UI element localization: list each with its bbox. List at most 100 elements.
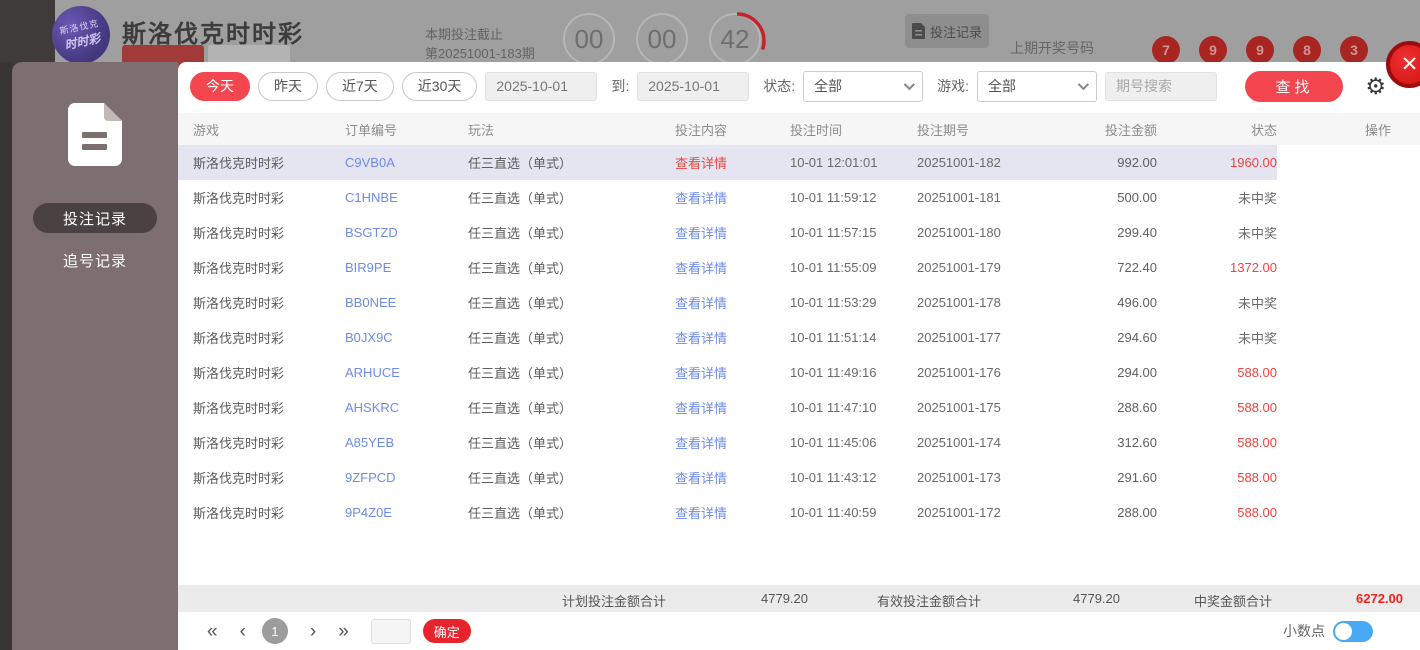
row-order-link[interactable]: ARHUCE: [345, 365, 468, 380]
table-row[interactable]: 斯洛伐克时时彩 C1HNBE 任三直选（单式） 查看详情 10-01 11:59:12 2…: [178, 180, 1420, 215]
draw-ball: 9: [1246, 36, 1274, 64]
last-page-button[interactable]: »: [338, 622, 349, 641]
range-today-button[interactable]: 今天: [190, 71, 250, 101]
row-game: 斯洛伐克时时彩: [193, 226, 285, 241]
table-row[interactable]: 斯洛伐克时时彩 9ZFPCD 任三直选（单式） 查看详情 10-01 11:43:12 2…: [178, 460, 1420, 495]
period-search-input[interactable]: [1105, 71, 1218, 101]
decimal-toggle-label: 小数点: [1283, 623, 1325, 639]
row-status: 588.00: [1237, 435, 1277, 450]
search-button[interactable]: 查找: [1245, 70, 1344, 102]
prev-page-button[interactable]: ‹: [240, 622, 246, 641]
sidebar-item-chase-records[interactable]: 追号记录: [33, 245, 157, 275]
row-detail-link[interactable]: 查看详情: [675, 223, 790, 242]
modal-sidebar: 投注记录 追号记录: [12, 62, 178, 650]
row-status: 588.00: [1237, 470, 1277, 485]
row-operation: [1277, 425, 1420, 460]
row-amount: 294.00: [1117, 365, 1157, 380]
row-game: 斯洛伐克时时彩: [193, 436, 285, 451]
table-row[interactable]: 斯洛伐克时时彩 C9VB0A 任三直选（单式） 查看详情 10-01 12:01:01 2…: [178, 145, 1420, 180]
row-status: 588.00: [1237, 365, 1277, 380]
table-row[interactable]: 斯洛伐克时时彩 ARHUCE 任三直选（单式） 查看详情 10-01 11:49:16 2…: [178, 355, 1420, 390]
row-status: 588.00: [1237, 505, 1277, 520]
row-play: 任三直选（单式）: [468, 296, 573, 311]
row-amount: 299.40: [1117, 225, 1157, 240]
row-order-link[interactable]: BIR9PE: [345, 260, 468, 275]
draw-ball: 3: [1340, 36, 1368, 64]
row-detail-link[interactable]: 查看详情: [675, 258, 790, 277]
deadline-label: 本期投注截止: [425, 27, 504, 42]
row-status: 未中奖: [1237, 296, 1277, 311]
row-time: 10-01 11:49:16: [790, 365, 877, 380]
row-order-link[interactable]: A85YEB: [345, 435, 468, 450]
table-row[interactable]: 斯洛伐克时时彩 BB0NEE 任三直选（单式） 查看详情 10-01 11:53:29 2…: [178, 285, 1420, 320]
row-order-link[interactable]: BB0NEE: [345, 295, 468, 310]
row-period: 20251001-175: [917, 400, 1001, 415]
row-status: 588.00: [1237, 400, 1277, 415]
col-period: 投注期号: [917, 122, 970, 138]
draw-ball: 9: [1199, 36, 1227, 64]
row-period: 20251001-181: [917, 190, 1001, 205]
countdown-seconds: 42: [708, 12, 766, 70]
row-period: 20251001-174: [917, 435, 1001, 450]
deadline-block: 本期投注截止 第20251001-183期: [425, 25, 535, 63]
row-detail-link[interactable]: 查看详情: [675, 153, 790, 172]
table-row[interactable]: 斯洛伐克时时彩 9P4Z0E 任三直选（单式） 查看详情 10-01 11:40:59 2…: [178, 495, 1420, 530]
row-order-link[interactable]: BSGTZD: [345, 225, 468, 240]
status-select[interactable]: 全部: [803, 70, 924, 102]
row-detail-link[interactable]: 查看详情: [675, 433, 790, 452]
row-order-link[interactable]: AHSKRC: [345, 400, 468, 415]
row-game: 斯洛伐克时时彩: [193, 471, 285, 486]
page-confirm-button[interactable]: 确定: [422, 619, 471, 643]
next-page-button[interactable]: ›: [310, 622, 316, 641]
row-status: 未中奖: [1237, 226, 1277, 241]
row-detail-link[interactable]: 查看详情: [675, 293, 790, 312]
row-detail-link[interactable]: 查看详情: [675, 398, 790, 417]
row-order-link[interactable]: C1HNBE: [345, 190, 468, 205]
row-order-link[interactable]: B0JX9C: [345, 330, 468, 345]
row-amount: 496.00: [1117, 295, 1157, 310]
row-time: 10-01 11:57:15: [790, 225, 877, 240]
decimal-toggle-switch[interactable]: [1333, 620, 1373, 642]
table-row[interactable]: 斯洛伐克时时彩 A85YEB 任三直选（单式） 查看详情 10-01 11:45:06 2…: [178, 425, 1420, 460]
row-play: 任三直选（单式）: [468, 261, 573, 276]
range-7days-button[interactable]: 近7天: [326, 71, 394, 101]
header-bet-record-button[interactable]: 投注记录: [905, 14, 989, 48]
table-row[interactable]: 斯洛伐克时时彩 B0JX9C 任三直选（单式） 查看详情 10-01 11:51:14 2…: [178, 320, 1420, 355]
row-order-link[interactable]: C9VB0A: [345, 155, 468, 170]
row-amount: 288.00: [1117, 505, 1157, 520]
date-from-input[interactable]: [485, 71, 598, 101]
current-page-button[interactable]: 1: [261, 618, 288, 644]
row-detail-link[interactable]: 查看详情: [675, 363, 790, 382]
row-order-link[interactable]: 9P4Z0E: [345, 505, 468, 520]
date-to-input[interactable]: [637, 71, 750, 101]
range-yesterday-button[interactable]: 昨天: [258, 71, 318, 101]
row-operation: [1277, 320, 1420, 355]
valid-total-value: 4779.20: [1073, 591, 1120, 606]
row-detail-link[interactable]: 查看详情: [675, 188, 790, 207]
row-game: 斯洛伐克时时彩: [193, 331, 285, 346]
gear-icon[interactable]: ⚙: [1365, 74, 1386, 98]
row-status: 1960.00: [1230, 155, 1277, 170]
table-row[interactable]: 斯洛伐克时时彩 BSGTZD 任三直选（单式） 查看详情 10-01 11:57:15 2…: [178, 215, 1420, 250]
row-time: 10-01 11:51:14: [790, 330, 877, 345]
row-operation: [1277, 390, 1420, 425]
row-order-link[interactable]: 9ZFPCD: [345, 470, 468, 485]
col-time: 投注时间: [790, 122, 843, 138]
first-page-button[interactable]: «: [207, 622, 218, 641]
sidebar-item-bet-records[interactable]: 投注记录: [33, 203, 157, 233]
game-select[interactable]: 全部: [977, 70, 1098, 102]
row-play: 任三直选（单式）: [468, 436, 573, 451]
row-operation: [1277, 285, 1420, 320]
table-row[interactable]: 斯洛伐克时时彩 AHSKRC 任三直选（单式） 查看详情 10-01 11:47:10 2…: [178, 390, 1420, 425]
range-30days-button[interactable]: 近30天: [401, 71, 478, 101]
row-detail-link[interactable]: 查看详情: [675, 468, 790, 487]
table-row[interactable]: 斯洛伐克时时彩 BIR9PE 任三直选（单式） 查看详情 10-01 11:55:09 2…: [178, 250, 1420, 285]
col-order: 订单编号: [345, 122, 398, 138]
row-period: 20251001-179: [917, 260, 1001, 275]
row-status: 未中奖: [1237, 331, 1277, 346]
row-detail-link[interactable]: 查看详情: [675, 328, 790, 347]
row-operation: [1277, 495, 1420, 530]
page-jump-input[interactable]: [370, 618, 411, 644]
table-body: 斯洛伐克时时彩 C9VB0A 任三直选（单式） 查看详情 10-01 12:01:01 2…: [178, 145, 1420, 530]
row-detail-link[interactable]: 查看详情: [675, 503, 790, 522]
